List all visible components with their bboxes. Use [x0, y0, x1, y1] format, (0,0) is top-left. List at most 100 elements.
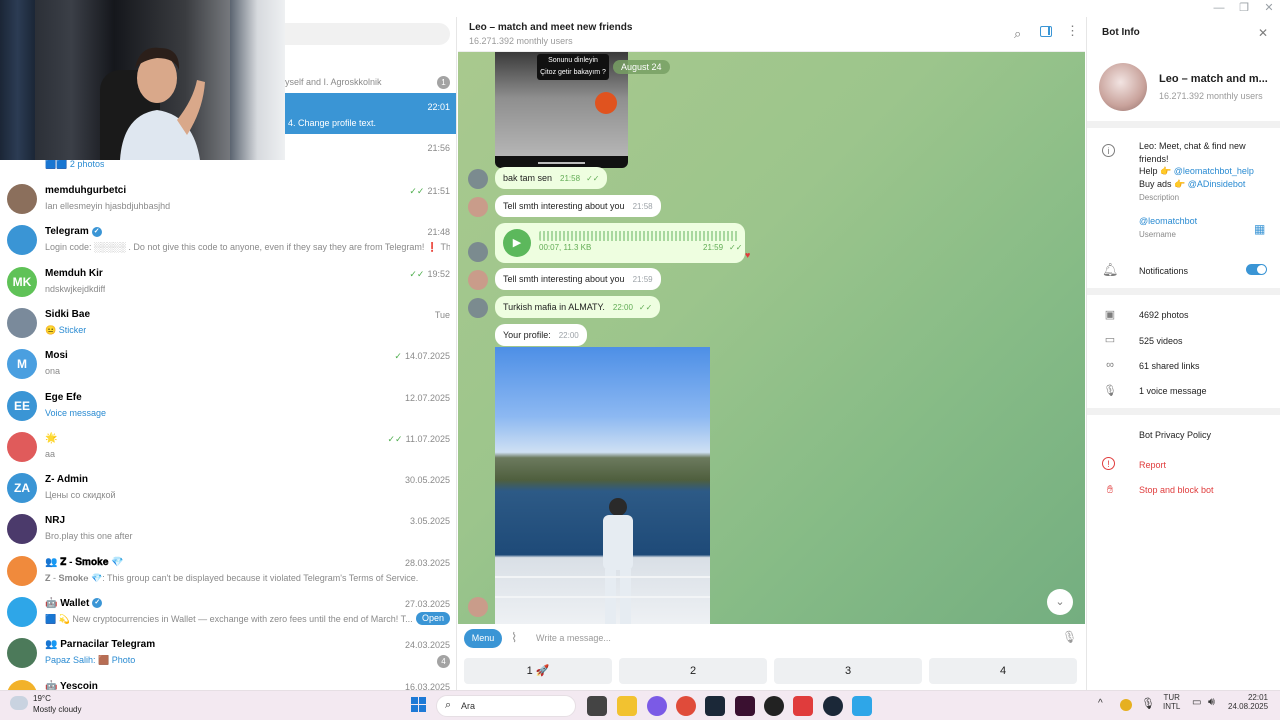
verified-badge-icon: ✓: [92, 598, 103, 609]
scroll-down-icon[interactable]: ⌄: [1047, 589, 1073, 615]
clock[interactable]: 22:01 24.08.2025: [1228, 693, 1268, 711]
language-indicator[interactable]: TUR INTL: [1163, 693, 1180, 711]
search-input[interactable]: [265, 23, 450, 45]
help-link[interactable]: @leomatchbot_help: [1174, 166, 1254, 176]
keyboard-button-1[interactable]: 1 🚀: [464, 658, 612, 684]
close-icon[interactable]: ✕: [1258, 26, 1268, 40]
message-bubble[interactable]: Tell smth interesting about you 21:59: [495, 268, 661, 290]
block-hand-icon: ✋︎: [1106, 484, 1114, 496]
voice-count[interactable]: 1 voice message: [1139, 386, 1207, 396]
microphone-icon[interactable]: 🎙︎: [1141, 697, 1155, 710]
bot-menu-button[interactable]: Menu: [464, 629, 502, 648]
video-message[interactable]: Sonunu dinleyin Çitoz getir bakayım ?: [495, 52, 628, 168]
play-icon[interactable]: ▶: [503, 229, 531, 257]
chat-row[interactable]: 🤖 Yescoin 16.03.2025: [0, 677, 456, 690]
bot-users: 16.271.392 monthly users: [1159, 91, 1263, 101]
chat-row[interactable]: EE Ege Efe Voice message 12.07.2025: [0, 388, 456, 429]
keyboard-button-3[interactable]: 3: [774, 658, 922, 684]
chat-row[interactable]: 🌟 aa ✓✓ 11.07.2025: [0, 429, 456, 470]
bot-info-panel: Bot Info ✕ Leo – match and m... 16.271.3…: [1086, 17, 1280, 690]
weather-temp[interactable]: 19°C: [33, 694, 51, 703]
read-ticks-icon: ✓✓: [409, 268, 425, 279]
steam-icon[interactable]: [705, 696, 725, 716]
username-link[interactable]: @leomatchbot: [1139, 216, 1197, 226]
chat-preview: Bro.play this one after: [45, 531, 133, 542]
attach-icon[interactable]: ⌇: [511, 630, 517, 646]
network-icon[interactable]: ▭: [1192, 697, 1201, 708]
privacy-policy-link[interactable]: Bot Privacy Policy: [1139, 430, 1211, 440]
chat-row[interactable]: M Mosi ona ✓ 14.07.2025: [0, 346, 456, 387]
task-view-icon[interactable]: [587, 696, 607, 716]
video-caption: Sonunu dinleyin Çitoz getir bakayım ?: [537, 54, 609, 80]
app-icon-red[interactable]: [793, 696, 813, 716]
open-app-button[interactable]: Open: [415, 612, 450, 625]
search-icon[interactable]: ⌕: [1014, 26, 1021, 42]
chat-row[interactable]: memduhgurbetci Ian ellesmeyin hjasbdjuhba…: [0, 181, 456, 222]
file-explorer-icon[interactable]: [617, 696, 637, 716]
volume-icon[interactable]: 🔊︎: [1208, 696, 1215, 709]
panel-title: Bot Info: [1102, 27, 1140, 38]
close-window-icon[interactable]: ✕: [1258, 0, 1280, 17]
report-button[interactable]: Report: [1139, 460, 1166, 470]
chat-preview: 𝐙 - 𝐒𝐦𝐨𝐤𝐞 💎: This group can't be display…: [45, 572, 419, 583]
voice-message[interactable]: ▶ 00:07, 11.3 KB 21:59 ✓✓: [495, 223, 745, 263]
info-icon: i: [1102, 144, 1115, 157]
windows-start-icon[interactable]: [411, 697, 427, 713]
chat-row[interactable]: Telegram ✓ Login code: ░░░░░ . Do not give…: [0, 222, 456, 263]
message-bubble[interactable]: Tell smth interesting about you 21:58: [495, 195, 661, 217]
taskbar-search[interactable]: ⌕ Ara: [436, 695, 576, 717]
chat-time: ✓ 14.07.2025: [394, 351, 450, 362]
minimize-icon[interactable]: —: [1208, 0, 1230, 17]
message-avatar[interactable]: [468, 298, 488, 318]
chat-preview: yself and I. Agroskkolnik: [285, 77, 382, 87]
chat-row[interactable]: MK Memduh Kir ndskwjkejdkdiff ✓✓ 19:52: [0, 264, 456, 305]
notifications-toggle[interactable]: [1246, 264, 1267, 275]
message-avatar[interactable]: [468, 597, 488, 617]
weather-desc[interactable]: Mostly cloudy: [33, 705, 81, 714]
chat-row[interactable]: Sidki Bae 😐 Sticker Tue: [0, 305, 456, 346]
more-options-icon[interactable]: ⋮: [1066, 24, 1079, 37]
message-bubble[interactable]: Your profile: 22:00: [495, 324, 587, 346]
ads-link[interactable]: @ADinsidebot: [1188, 179, 1246, 189]
message-avatar[interactable]: [468, 197, 488, 217]
maximize-icon[interactable]: ❐: [1233, 0, 1255, 17]
chrome-icon[interactable]: [676, 696, 696, 716]
photos-count[interactable]: 4692 photos: [1139, 310, 1189, 320]
profile-photo[interactable]: [495, 347, 710, 624]
tray-app-icon[interactable]: [1120, 699, 1132, 711]
heart-reaction-icon[interactable]: ♥: [745, 250, 750, 260]
chat-row[interactable]: 👥 𝐙 - 𝐒𝐦𝐨𝐤𝐞 💎 𝐙 - 𝐒𝐦𝐨𝐤𝐞 💎: This group can…: [0, 553, 456, 594]
chat-time: 27.03.2025: [404, 599, 450, 609]
avatar: MK: [7, 266, 37, 297]
steam-icon-2[interactable]: [823, 696, 843, 716]
chat-row[interactable]: NRJ Bro.play this one after 3.05.2025: [0, 511, 456, 552]
chat-row[interactable]: 🤖 Wallet ✓ 🟦 💫 New cryptocurrencies in Wal…: [0, 594, 456, 635]
message-input[interactable]: Write a message...: [536, 633, 611, 643]
microphone-icon[interactable]: 🎙: [1062, 630, 1077, 644]
sidebar-toggle-icon[interactable]: [1040, 26, 1052, 37]
qr-code-icon[interactable]: ▦: [1254, 222, 1265, 236]
message-bubble[interactable]: bak tam sen 21:58 ✓✓: [495, 167, 608, 189]
chat-preview: 🟦🟦 2 photos: [45, 159, 105, 169]
chat-row[interactable]: ZA Z- Admin Цены со скидкой 30.05.2025: [0, 470, 456, 511]
chat-time: 21:56: [427, 143, 450, 153]
chat-time: 24.03.2025: [404, 640, 450, 651]
block-bot-button[interactable]: Stop and block bot: [1139, 485, 1214, 495]
app-icon[interactable]: [735, 696, 755, 716]
message-avatar[interactable]: [468, 270, 488, 290]
videos-count[interactable]: 525 videos: [1139, 336, 1183, 346]
message-bubble[interactable]: Turkish mafia in ALMATY. 22:00 ✓✓: [495, 296, 661, 318]
message-avatar[interactable]: [468, 169, 488, 189]
discord-icon[interactable]: [647, 696, 667, 716]
message-avatar[interactable]: [468, 242, 488, 262]
keyboard-button-2[interactable]: 2: [619, 658, 767, 684]
links-count[interactable]: 61 shared links: [1139, 361, 1200, 371]
chevron-up-icon[interactable]: ^: [1098, 698, 1103, 709]
chat-row[interactable]: 👥 Parnacilar Telegram Papaz Salih: 🟫 Phot…: [0, 635, 456, 676]
chat-preview: Login code: ░░░░░ . Do not give this cod…: [45, 242, 450, 253]
obs-icon[interactable]: [764, 696, 784, 716]
bot-avatar[interactable]: [1099, 63, 1147, 111]
read-ticks-icon: ✓✓: [387, 433, 403, 444]
telegram-icon[interactable]: [852, 696, 872, 716]
keyboard-button-4[interactable]: 4: [929, 658, 1077, 684]
